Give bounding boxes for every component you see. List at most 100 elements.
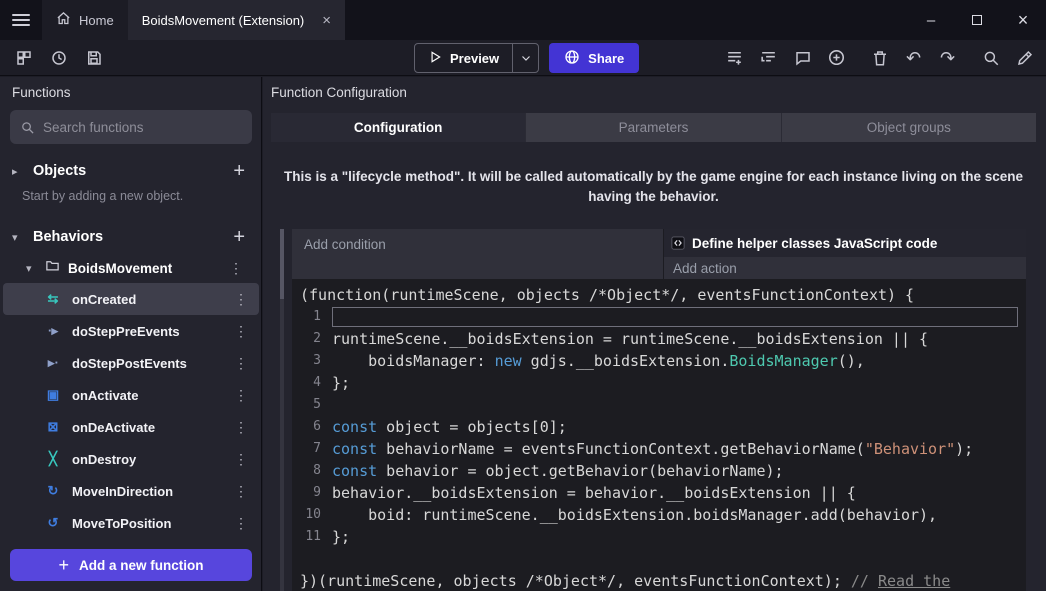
code-token: gdjs.__boidsExtension. — [522, 352, 730, 370]
save-icon[interactable] — [80, 44, 107, 71]
function-item-onActivate[interactable]: ▣onActivate⋮ — [3, 379, 259, 411]
tab-home[interactable]: Home — [42, 0, 128, 40]
javascript-code-editor[interactable]: (function(runtimeScene, objects /*Object… — [292, 279, 1026, 591]
configuration-tabs: ConfigurationParametersObject groups — [271, 113, 1036, 142]
function-item-onDeActivate[interactable]: ⊠ onDeActivate ⋮ — [3, 411, 259, 443]
chevron-down-icon[interactable]: ▾ — [26, 262, 37, 275]
add-function-button-label: Add a new function — [79, 558, 204, 573]
code-token: })(runtimeScene, objects /*Object*/, eve… — [300, 572, 851, 590]
code-line[interactable]: 7const behaviorName = eventsFunctionCont… — [292, 438, 1026, 460]
theme-pen-icon[interactable] — [1011, 44, 1038, 71]
add-function-button[interactable]: + Add a new function — [10, 549, 252, 581]
search-icon[interactable] — [977, 44, 1004, 71]
lifecycle-description: This is a "lifecycle method". It will be… — [283, 167, 1024, 207]
js-event-title[interactable]: Define helper classes JavaScript code — [664, 229, 1026, 257]
panel-title: Function Configuration — [271, 85, 407, 100]
code-token: const — [332, 462, 377, 480]
chevron-right-icon[interactable]: ▸ — [12, 165, 23, 178]
move-to-position-icon: ↺ — [44, 515, 62, 531]
objects-section-label: Objects — [33, 163, 218, 179]
code-token: const — [332, 440, 377, 458]
line-number: 1 — [292, 306, 332, 328]
code-line[interactable]: 4}; — [292, 372, 1026, 394]
code-line[interactable]: 3 boidsManager: new gdjs.__boidsExtensio… — [292, 350, 1026, 372]
on-deactivate-icon: ⊠ — [44, 419, 62, 435]
tab-extension[interactable]: BoidsMovement (Extension) × — [128, 0, 345, 40]
redo-icon[interactable]: ↷ — [934, 44, 961, 71]
plus-icon: + — [58, 555, 69, 576]
add-object-button[interactable]: + — [228, 161, 250, 181]
close-window-button[interactable]: × — [1000, 0, 1046, 40]
line-number: 2 — [292, 328, 332, 350]
add-comment-icon[interactable] — [789, 44, 816, 71]
line-number: 8 — [292, 460, 332, 482]
function-item-onDestroy[interactable]: ╳onDestroy⋮ — [3, 443, 259, 475]
minimize-button[interactable]: – — [908, 0, 954, 40]
function-item-label: onDeActivate — [72, 420, 217, 435]
code-token: behaviorName = eventsFunctionContext.get… — [377, 440, 865, 458]
add-event-icon[interactable] — [721, 44, 748, 71]
titlebar: Home BoidsMovement (Extension) × – × — [0, 0, 1046, 40]
code-token: boid: runtimeScene.__boidsExtension.boid… — [332, 506, 937, 524]
code-token: const — [332, 418, 377, 436]
behavior-group-boidsmovement[interactable]: ▾ BoidsMovement ⋮ — [0, 254, 262, 282]
line-number: 11 — [292, 526, 332, 548]
behavior-group-menu-icon[interactable]: ⋮ — [222, 260, 250, 277]
function-item-menu-icon[interactable]: ⋮ — [227, 387, 255, 404]
close-tab-icon[interactable]: × — [322, 12, 331, 29]
code-line[interactable]: 11}; — [292, 526, 1026, 548]
function-item-menu-icon[interactable]: ⋮ — [227, 483, 255, 500]
function-item-menu-icon[interactable]: ⋮ — [227, 323, 255, 340]
code-line[interactable]: 9behavior.__boidsExtension = behavior.__… — [292, 482, 1026, 504]
add-subevent-icon[interactable] — [755, 44, 782, 71]
chevron-down-icon[interactable]: ▾ — [12, 231, 23, 244]
sidebar-section-behaviors[interactable]: ▾ Behaviors + — [0, 222, 262, 252]
code-line[interactable] — [292, 548, 1026, 570]
function-item-menu-icon[interactable]: ⋮ — [227, 355, 255, 372]
projects-icon[interactable] — [10, 44, 37, 71]
undo-icon[interactable]: ↶ — [900, 44, 927, 71]
tab-parameters[interactable]: Parameters — [526, 113, 781, 142]
js-code-event-icon — [671, 236, 685, 250]
share-button[interactable]: Share — [549, 43, 639, 73]
event-drag-handle[interactable] — [280, 229, 284, 591]
chevron-down-icon — [520, 52, 532, 64]
code-line[interactable]: 2runtimeScene.__boidsExtension = runtime… — [292, 328, 1026, 350]
search-functions-box[interactable] — [10, 110, 252, 144]
choose-event-icon[interactable] — [823, 44, 850, 71]
history-icon[interactable] — [45, 44, 72, 71]
documentation-link[interactable]: Read the — [878, 572, 950, 590]
sidebar-title: Functions — [12, 85, 71, 100]
sidebar-section-objects[interactable]: ▸ Objects + — [0, 156, 262, 186]
code-line[interactable]: 6const object = objects[0]; — [292, 416, 1026, 438]
function-item-MoveToPosition[interactable]: ↺MoveToPosition⋮ — [3, 507, 259, 539]
function-item-MoveInDirection[interactable]: ↻MoveInDirection⋮ — [3, 475, 259, 507]
tab-configuration[interactable]: Configuration — [271, 113, 526, 142]
preview-options-button[interactable] — [512, 44, 538, 72]
code-line[interactable]: })(runtimeScene, objects /*Object*/, eve… — [292, 570, 1026, 591]
preview-button[interactable]: Preview — [414, 43, 539, 73]
code-line[interactable]: 5 — [292, 394, 1026, 416]
main-menu-button[interactable] — [0, 0, 42, 40]
function-list: ⇆onCreated⋮∙▸doStepPreEvents⋮▸∙doStepPos… — [0, 283, 262, 539]
add-action-button[interactable]: Add action — [664, 257, 1026, 279]
search-functions-input[interactable] — [43, 120, 242, 135]
code-token: behavior = object.getBehavior(behaviorNa… — [377, 462, 783, 480]
function-item-menu-icon[interactable]: ⋮ — [227, 515, 255, 532]
add-behavior-button[interactable]: + — [228, 227, 250, 247]
function-item-menu-icon[interactable]: ⋮ — [227, 291, 255, 308]
code-line[interactable]: 8const behavior = object.getBehavior(beh… — [292, 460, 1026, 482]
function-item-menu-icon[interactable]: ⋮ — [227, 451, 255, 468]
function-item-menu-icon[interactable]: ⋮ — [227, 419, 255, 436]
code-line[interactable]: (function(runtimeScene, objects /*Object… — [292, 284, 1026, 306]
function-item-doStepPostEvents[interactable]: ▸∙doStepPostEvents⋮ — [3, 347, 259, 379]
code-token: object = objects[0]; — [377, 418, 567, 436]
add-condition-button[interactable]: Add condition — [292, 229, 664, 279]
code-line[interactable]: 10 boid: runtimeScene.__boidsExtension.b… — [292, 504, 1026, 526]
delete-icon[interactable] — [866, 44, 893, 71]
maximize-button[interactable] — [954, 0, 1000, 40]
function-item-doStepPreEvents[interactable]: ∙▸doStepPreEvents⋮ — [3, 315, 259, 347]
function-item-onCreated[interactable]: ⇆onCreated⋮ — [3, 283, 259, 315]
tab-object-groups[interactable]: Object groups — [782, 113, 1036, 142]
code-line[interactable]: 1 — [292, 306, 1026, 328]
